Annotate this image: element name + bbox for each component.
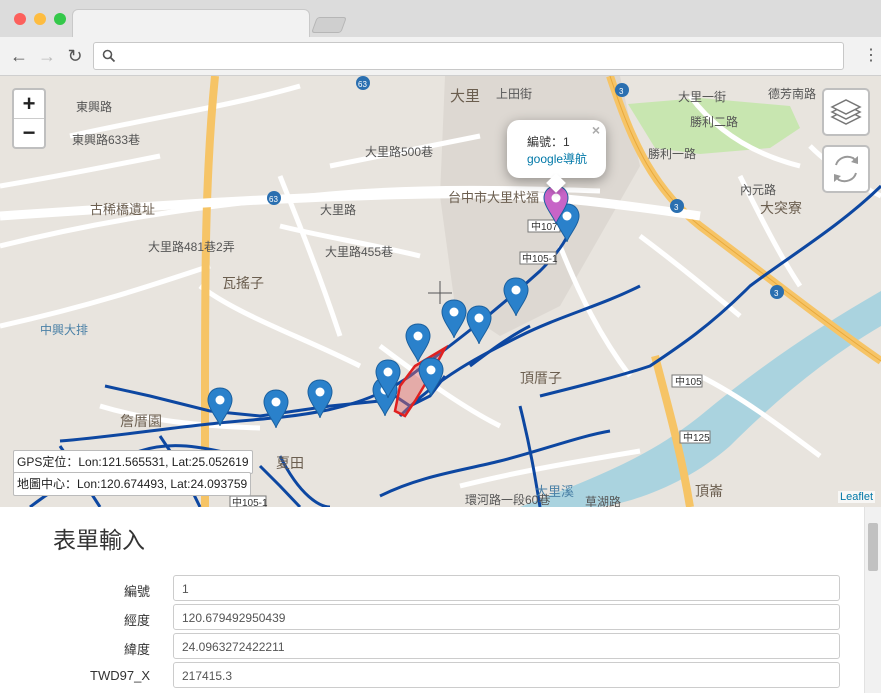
- landmark-label-temple: 台中市大里杙福: [448, 190, 539, 205]
- leaflet-attribution-link[interactable]: Leaflet: [837, 491, 875, 503]
- browser-toolbar: ← → ↻ ⋮: [0, 37, 881, 76]
- form-row-latitude: 緯度 24.0963272422211: [0, 633, 864, 661]
- place-label-dinglun: 頂崙: [695, 483, 723, 499]
- street-label: 大里一街: [678, 90, 726, 104]
- back-arrow-icon[interactable]: ←: [8, 45, 30, 67]
- form-row-longitude: 經度 120.679492950439: [0, 604, 864, 632]
- location-marker-icon[interactable]: [466, 305, 492, 345]
- route-shield-label: 3: [674, 203, 679, 212]
- close-window-button[interactable]: [14, 13, 26, 25]
- road-shield-label: 中105-1: [522, 252, 558, 265]
- forward-arrow-icon[interactable]: →: [36, 45, 58, 67]
- street-label: 大里路455巷: [325, 244, 393, 259]
- map-view[interactable]: 大里 瓦搖子 詹厝園 頂厝子 大突寮 頂崙 東興路 東興路633巷 古稀橋遺址 …: [0, 76, 881, 507]
- street-label: 上田街: [496, 87, 532, 101]
- route-shield-label: 63: [358, 80, 367, 89]
- map-center-label: 地圖中心：Lon:120.674493, Lat:24.093759: [13, 472, 252, 496]
- form-panel: 表單輸入 編號 1 經度 120.679492950439 緯度 24.0963…: [0, 507, 864, 693]
- scrollbar-thumb[interactable]: [868, 523, 878, 571]
- refresh-control-button[interactable]: [822, 145, 870, 193]
- street-label: 草湖路: [585, 494, 621, 507]
- street-label: 勝利一路: [648, 146, 696, 161]
- refresh-icon: [834, 155, 858, 183]
- reload-icon[interactable]: ↻: [64, 45, 86, 67]
- place-label-wayaozi: 瓦搖子: [222, 275, 264, 291]
- road-shield-label: 中105: [675, 375, 702, 388]
- road-shield-label: 中125: [683, 431, 710, 444]
- place-label-dingcuozi: 頂厝子: [520, 370, 562, 386]
- zoom-out-button[interactable]: −: [14, 119, 44, 147]
- place-label-datuliao: 大突寮: [760, 200, 802, 216]
- route-shield-label: 3: [774, 289, 779, 298]
- location-marker-icon[interactable]: [441, 299, 467, 339]
- gps-position-label: GPS定位：Lon:121.565531, Lat:25.052619: [13, 450, 253, 474]
- form-scrollbar[interactable]: [864, 507, 881, 693]
- field-input-id[interactable]: 1: [173, 575, 840, 601]
- field-input-twd97x[interactable]: 217415.3: [173, 662, 840, 688]
- route-shield-label: 3: [619, 87, 624, 96]
- popup-id-text: 編號：1: [527, 135, 570, 149]
- field-label-twd97x: TWD97_X: [90, 668, 150, 683]
- google-navigation-link[interactable]: google導航: [527, 150, 587, 167]
- route-shield-label: 63: [269, 195, 278, 204]
- popup-close-button[interactable]: ×: [592, 122, 600, 138]
- field-label-latitude: 緯度: [123, 642, 150, 657]
- map-center-crosshair: [428, 281, 452, 304]
- street-label: 勝利二路: [690, 114, 738, 129]
- new-tab-button[interactable]: [311, 17, 347, 33]
- layers-control-button[interactable]: [822, 88, 870, 136]
- marker-popup: × 編號：1 google導航: [507, 120, 606, 193]
- road-shield-label: 中107: [531, 220, 558, 233]
- location-marker-icon[interactable]: [207, 387, 233, 427]
- layers-icon: [830, 99, 862, 125]
- location-marker-icon[interactable]: [405, 323, 431, 363]
- field-label-id: 編號: [123, 584, 150, 599]
- street-label: 大里路481巷2弄: [148, 239, 235, 254]
- place-label-zhancuoyuan: 詹厝園: [120, 413, 162, 429]
- minimize-window-button[interactable]: [34, 13, 46, 25]
- field-input-longitude[interactable]: 120.679492950439: [173, 604, 840, 630]
- zoom-in-button[interactable]: +: [14, 90, 44, 119]
- field-label-longitude: 經度: [123, 613, 150, 628]
- field-input-latitude[interactable]: 24.0963272422211: [173, 633, 840, 659]
- street-label: 大里路: [320, 202, 356, 217]
- street-label: 環河路一段60巷: [465, 492, 550, 507]
- zoom-control: + −: [12, 88, 46, 149]
- landmark-label-guxi-bridge: 古稀橋遺址: [90, 202, 155, 217]
- road-shield-label: 中105-1: [232, 496, 268, 507]
- location-marker-icon[interactable]: [263, 389, 289, 429]
- street-label: 大里路500巷: [365, 144, 433, 159]
- street-label: 德芳南路: [768, 86, 816, 101]
- form-row-id: 編號 1: [0, 575, 864, 603]
- street-label: 東興路633巷: [72, 132, 140, 147]
- browser-titlebar: [0, 0, 881, 39]
- map-tiles: 大里 瓦搖子 詹厝園 頂厝子 大突寮 頂崙 東興路 東興路633巷 古稀橋遺址 …: [0, 76, 881, 507]
- place-label-xiatian: 夏田: [276, 455, 304, 471]
- form-title: 表單輸入: [53, 527, 145, 553]
- search-icon: [102, 49, 116, 63]
- place-label-dali: 大里: [450, 88, 480, 105]
- kebab-menu-icon[interactable]: ⋮: [863, 45, 879, 67]
- street-label: 內元路: [740, 182, 776, 197]
- canal-label: 中興大排: [40, 322, 88, 337]
- form-row-twd97x: TWD97_X 217415.3: [0, 662, 864, 690]
- maximize-window-button[interactable]: [54, 13, 66, 25]
- browser-tab[interactable]: [72, 9, 310, 39]
- street-label: 東興路: [76, 99, 112, 114]
- address-bar[interactable]: [93, 42, 844, 70]
